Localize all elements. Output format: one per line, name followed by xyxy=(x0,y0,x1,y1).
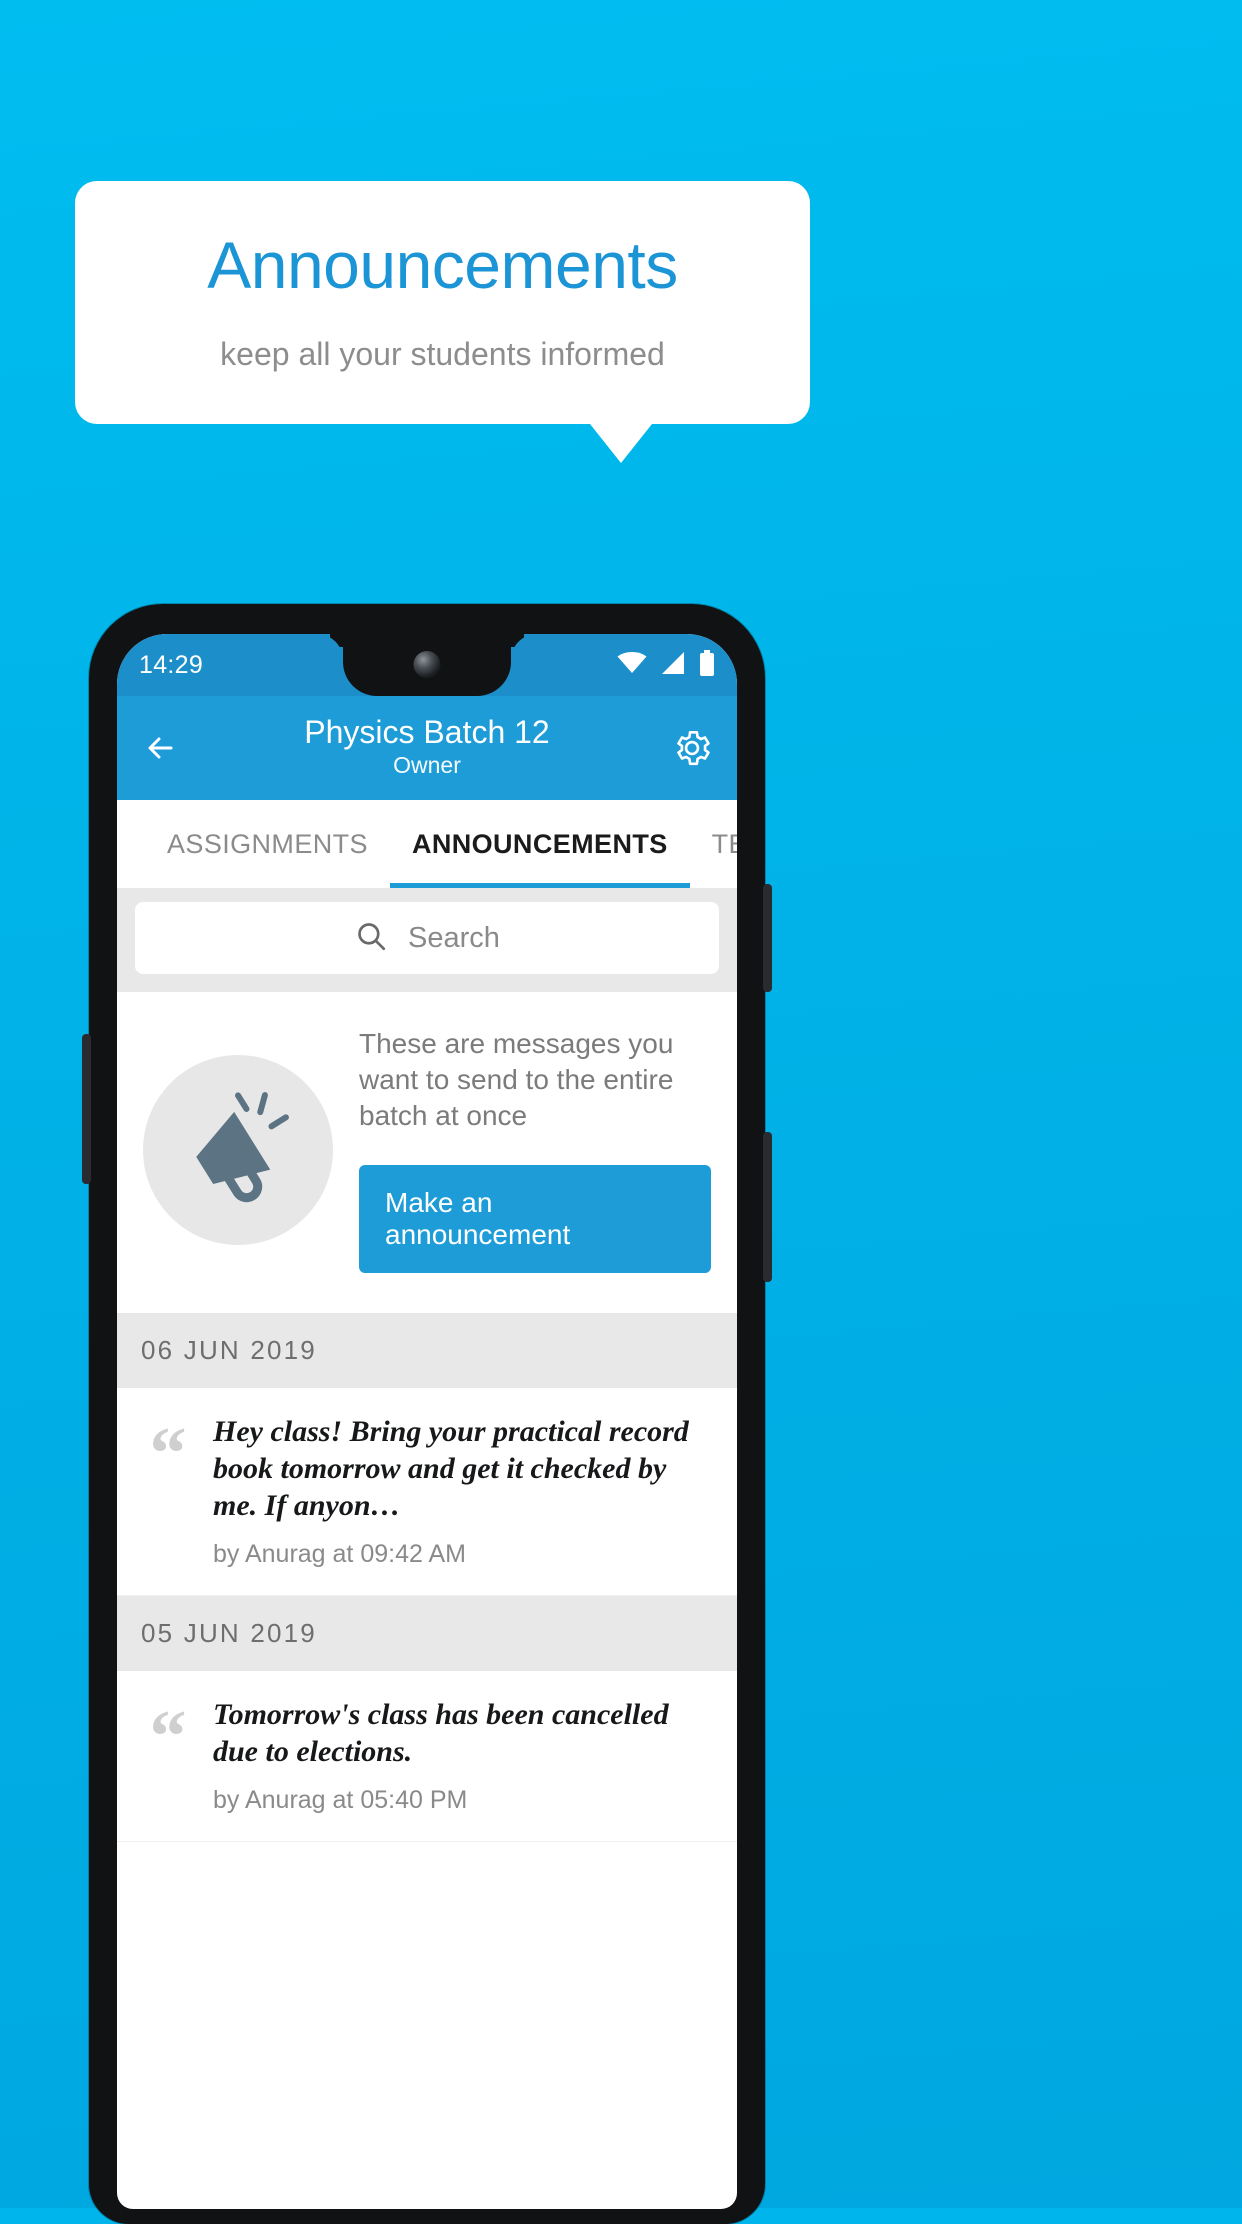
empty-state-card: These are messages you want to send to t… xyxy=(117,992,737,1314)
gear-icon[interactable] xyxy=(671,727,713,769)
announcement-text: Hey class! Bring your practical record b… xyxy=(213,1415,689,1522)
wifi-icon xyxy=(617,651,647,679)
status-icons xyxy=(617,649,715,681)
search-icon xyxy=(354,919,388,958)
date-header: 06 JUN 2019 xyxy=(117,1313,737,1389)
announcement-meta: by Anurag at 05:40 PM xyxy=(213,1786,468,1815)
assistant-button[interactable] xyxy=(82,1034,91,1184)
quote-icon: “ xyxy=(149,1696,187,1779)
volume-button[interactable] xyxy=(763,1132,772,1282)
empty-state-right: These are messages you want to send to t… xyxy=(359,1026,711,1274)
status-clock: 14:29 xyxy=(139,650,204,679)
quote-icon: “ xyxy=(149,1413,187,1496)
date-header: 05 JUN 2019 xyxy=(117,1596,737,1672)
app-bar: Physics Batch 12 Owner xyxy=(117,696,737,800)
announcement-row[interactable]: “ Hey class! Bring your practical record… xyxy=(117,1388,737,1597)
search-input[interactable]: Search xyxy=(135,902,719,974)
announcement-meta: by Anurag at 09:42 AM xyxy=(213,1540,466,1569)
tab-tests[interactable]: TESTS xyxy=(690,800,737,888)
make-announcement-button[interactable]: Make an announcement xyxy=(359,1165,711,1274)
front-camera-icon xyxy=(413,651,441,678)
camera-notch xyxy=(343,634,511,696)
back-arrow-icon[interactable] xyxy=(141,726,185,770)
phone-mockup: 14:29 Physics Batch 12 Owner ASSIGNMENTS… xyxy=(82,604,772,2224)
tab-assignments[interactable]: ASSIGNMENTS xyxy=(145,800,390,888)
tab-announcements[interactable]: ANNOUNCEMENTS xyxy=(389,800,690,888)
search-placeholder: Search xyxy=(408,921,500,954)
phone-screen: 14:29 Physics Batch 12 Owner ASSIGNMENTS… xyxy=(117,634,737,2209)
battery-icon xyxy=(699,649,715,681)
page-subtitle: keep all your students informed xyxy=(220,336,665,373)
megaphone-icon xyxy=(143,1054,333,1245)
batch-role: Owner xyxy=(393,751,461,778)
power-button[interactable] xyxy=(763,884,772,992)
app-bar-titles: Physics Batch 12 Owner xyxy=(117,714,737,781)
announcement-body: Hey class! Bring your practical record b… xyxy=(213,1414,711,1569)
page-title: Announcements xyxy=(207,228,678,302)
signal-icon xyxy=(660,651,686,680)
headline-card: Announcements keep all your students inf… xyxy=(75,181,810,424)
empty-state-description: These are messages you want to send to t… xyxy=(359,1028,674,1131)
speech-bubble-tail xyxy=(590,424,652,463)
search-strip: Search xyxy=(117,888,737,992)
announcement-text: Tomorrow's class has been cancelled due … xyxy=(213,1698,669,1768)
announcement-body: Tomorrow's class has been cancelled due … xyxy=(213,1697,711,1815)
announcement-row[interactable]: “ Tomorrow's class has been cancelled du… xyxy=(117,1671,737,1843)
tab-bar[interactable]: ASSIGNMENTS ANNOUNCEMENTS TESTS ’ xyxy=(117,800,737,888)
batch-title: Physics Batch 12 xyxy=(304,714,550,751)
